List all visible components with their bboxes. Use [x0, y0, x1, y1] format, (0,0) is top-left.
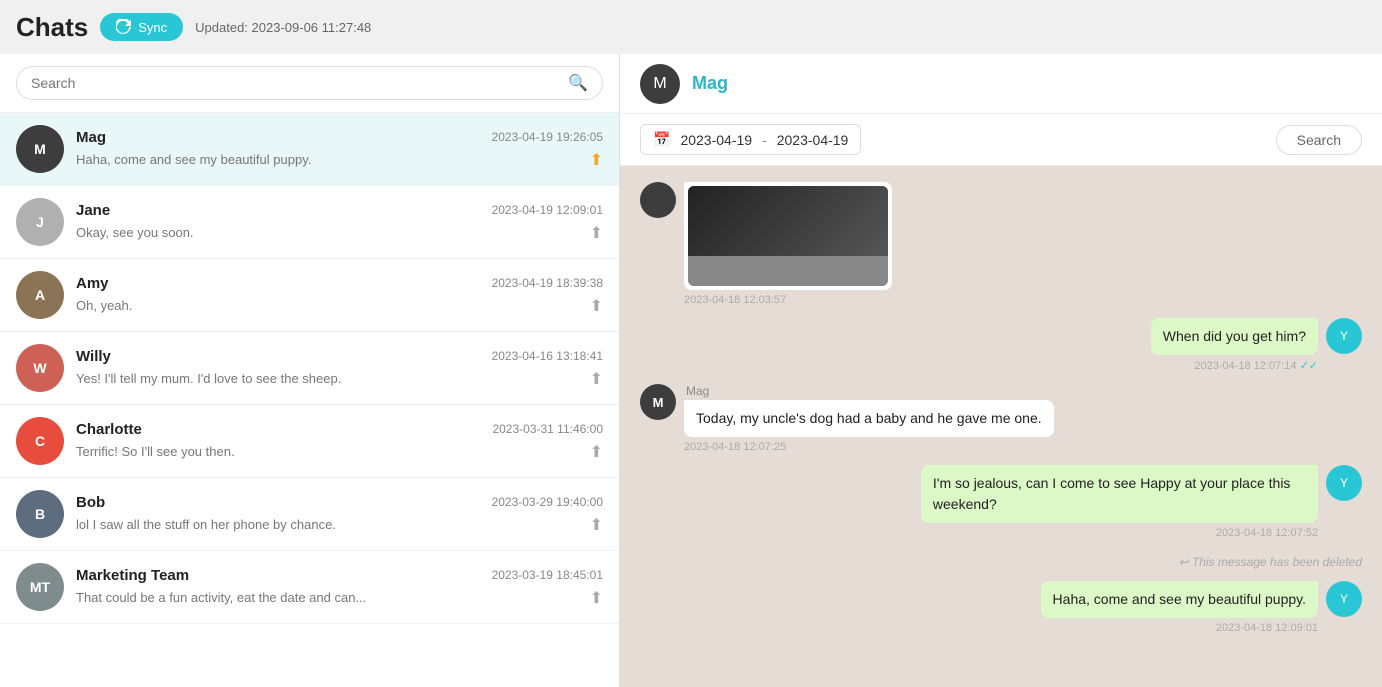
chat-name: Amy: [76, 275, 109, 292]
sent-avatar: Y: [1326, 465, 1362, 501]
chat-time: 2023-03-31 11:46:00: [492, 422, 603, 436]
chat-item-jane[interactable]: J Jane 2023-04-19 12:09:01 Okay, see you…: [0, 186, 619, 259]
chat-preview: Haha, come and see my beautiful puppy.: [76, 152, 311, 167]
chat-preview: That could be a fun activity, eat the da…: [76, 590, 366, 605]
message-row: When did you get him? 2023-04-18 12:07:1…: [640, 318, 1362, 372]
deleted-notice: ↩ This message has been deleted: [1179, 555, 1363, 569]
chat-item-amy[interactable]: A Amy 2023-04-19 18:39:38 Oh, yeah. ⬆: [0, 259, 619, 332]
msg-time: 2023-04-18 12:07:52: [1216, 527, 1318, 539]
msg-sender-name: Mag: [684, 384, 1054, 398]
search-icon: 🔍: [568, 73, 588, 93]
avatar: MT: [16, 563, 64, 611]
msg-bubble: I'm so jealous, can I come to see Happy …: [921, 465, 1318, 523]
messages-area: 2023-04-18 12:03:57 When did you get him…: [620, 166, 1382, 687]
msg-time: 2023-04-18 12:03:57: [684, 294, 892, 306]
chat-name: Willy: [76, 348, 111, 365]
msg-time: 2023-04-18 12:07:25: [684, 441, 1054, 453]
export-icon[interactable]: ⬆: [590, 150, 603, 170]
chat-name: Jane: [76, 202, 110, 219]
export-icon[interactable]: ⬆: [590, 588, 603, 608]
header-name: Mag: [692, 73, 728, 94]
sync-button[interactable]: Sync: [100, 13, 183, 41]
search-input[interactable]: [31, 75, 568, 91]
sync-icon: [116, 19, 132, 35]
tick-icon: ✓✓: [1300, 360, 1318, 372]
chat-time: 2023-03-19 18:45:01: [492, 568, 603, 582]
calendar-icon: 📅: [653, 131, 670, 148]
chat-item-charlotte[interactable]: C Charlotte 2023-03-31 11:46:00 Terrific…: [0, 405, 619, 478]
date-separator: -: [762, 132, 767, 148]
right-panel: M Mag 📅 2023-04-19 - 2023-04-19 Search 2…: [620, 54, 1382, 687]
chat-preview: Terrific! So I'll see you then.: [76, 444, 235, 459]
export-icon[interactable]: ⬆: [590, 296, 603, 316]
chat-preview: Yes! I'll tell my mum. I'd love to see t…: [76, 371, 341, 386]
avatar: C: [16, 417, 64, 465]
chat-time: 2023-04-16 13:18:41: [492, 349, 603, 363]
search-button[interactable]: Search: [1276, 125, 1362, 155]
date-from: 2023-04-19: [680, 132, 752, 148]
page-title: Chats: [16, 12, 88, 43]
message-row: ↩ This message has been deleted: [640, 551, 1362, 569]
export-icon[interactable]: ⬆: [590, 442, 603, 462]
message-row: 2023-04-18 12:03:57: [640, 182, 1362, 306]
chat-name: Marketing Team: [76, 567, 189, 584]
chat-name: Charlotte: [76, 421, 142, 438]
chat-preview: Oh, yeah.: [76, 298, 132, 313]
chat-name: Mag: [76, 129, 106, 146]
chat-item-willy[interactable]: W Willy 2023-04-16 13:18:41 Yes! I'll te…: [0, 332, 619, 405]
search-bar: 🔍: [0, 54, 619, 113]
chat-item-mag[interactable]: M Mag 2023-04-19 19:26:05 Haha, come and…: [0, 113, 619, 186]
msg-bubble: [684, 182, 892, 290]
date-filter-row: 📅 2023-04-19 - 2023-04-19 Search: [620, 114, 1382, 166]
main-layout: 🔍 M Mag 2023-04-19 19:26:05 Haha, come a…: [0, 54, 1382, 687]
msg-bubble: When did you get him?: [1151, 318, 1318, 355]
avatar: A: [16, 271, 64, 319]
message-row: I'm so jealous, can I come to see Happy …: [640, 465, 1362, 539]
msg-bubble: Haha, come and see my beautiful puppy.: [1041, 581, 1318, 618]
sent-avatar: Y: [1326, 318, 1362, 354]
chat-preview: Okay, see you soon.: [76, 225, 194, 240]
updated-text: Updated: 2023-09-06 11:27:48: [195, 20, 371, 35]
chat-time: 2023-04-19 19:26:05: [492, 130, 603, 144]
msg-bubble: Today, my uncle's dog had a baby and he …: [684, 400, 1054, 437]
msg-avatar: [640, 182, 676, 218]
avatar: B: [16, 490, 64, 538]
chat-header: M Mag: [620, 54, 1382, 114]
chat-time: 2023-04-19 12:09:01: [492, 203, 603, 217]
export-icon[interactable]: ⬆: [590, 223, 603, 243]
chat-list: M Mag 2023-04-19 19:26:05 Haha, come and…: [0, 113, 619, 687]
date-range-box: 📅 2023-04-19 - 2023-04-19: [640, 124, 861, 155]
sync-label: Sync: [138, 20, 167, 35]
left-panel: 🔍 M Mag 2023-04-19 19:26:05 Haha, come a…: [0, 54, 620, 687]
message-row: M Mag Today, my uncle's dog had a baby a…: [640, 384, 1362, 453]
avatar: J: [16, 198, 64, 246]
avatar: W: [16, 344, 64, 392]
chat-item-bob[interactable]: B Bob 2023-03-29 19:40:00 lol I saw all …: [0, 478, 619, 551]
chat-time: 2023-03-29 19:40:00: [492, 495, 603, 509]
chat-time: 2023-04-19 18:39:38: [492, 276, 603, 290]
avatar: M: [16, 125, 64, 173]
msg-avatar: M: [640, 384, 676, 420]
export-icon[interactable]: ⬆: [590, 515, 603, 535]
header-avatar: M: [640, 64, 680, 104]
chat-name: Bob: [76, 494, 105, 511]
msg-time: 2023-04-18 12:07:14 ✓✓: [1194, 359, 1318, 372]
sent-avatar: Y: [1326, 581, 1362, 617]
message-row: Haha, come and see my beautiful puppy. 2…: [640, 581, 1362, 634]
msg-time: 2023-04-18 12:09:01: [1216, 622, 1318, 634]
date-to: 2023-04-19: [777, 132, 849, 148]
export-icon[interactable]: ⬆: [590, 369, 603, 389]
chat-preview: lol I saw all the stuff on her phone by …: [76, 517, 336, 532]
chat-item-marketing[interactable]: MT Marketing Team 2023-03-19 18:45:01 Th…: [0, 551, 619, 624]
top-bar: Chats Sync Updated: 2023-09-06 11:27:48: [0, 0, 1382, 54]
